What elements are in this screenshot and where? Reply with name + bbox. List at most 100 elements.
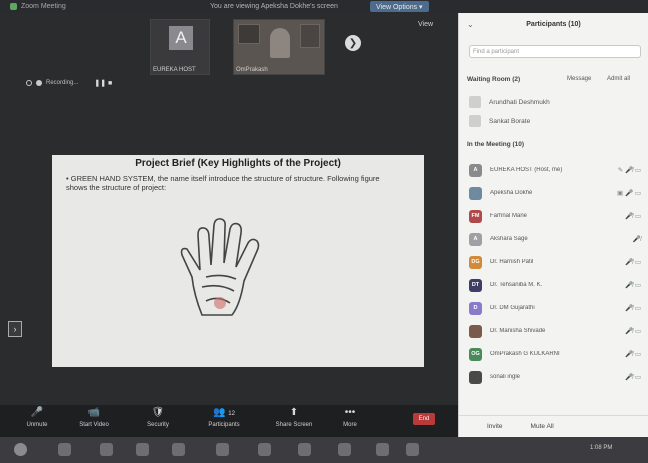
app-icon[interactable]: [172, 443, 185, 456]
participant-name: Dr. Manisha Shivade: [490, 328, 546, 334]
thumbnail-name: EUREKA HOST: [153, 67, 196, 73]
mute-all-button[interactable]: Mute All: [531, 423, 554, 430]
participant-list-item[interactable]: A EUREKA HOST (Host, me) ✎ 🎤̸ ▭: [469, 160, 641, 180]
participants-label: Participants: [208, 422, 240, 428]
os-taskbar: 1:08 PM: [0, 437, 648, 463]
unmute-button[interactable]: 🎤 Unmute: [22, 407, 52, 428]
admit-all-button[interactable]: Admit all: [607, 76, 630, 82]
share-screen-label: Share Screen: [275, 422, 313, 428]
message-button[interactable]: Message: [567, 76, 591, 82]
side-panel-toggle-icon[interactable]: ›: [8, 321, 22, 337]
video-stage: A EUREKA HOST OmPrakash ❯ View Recording…: [0, 13, 458, 405]
app-icon[interactable]: [406, 443, 419, 456]
waiting-name: Sankat Borate: [489, 117, 531, 125]
participant-list-item[interactable]: Dr. Manisha Shivade 🎤̸ ▭: [469, 321, 641, 341]
participant-search-input[interactable]: Find a participant: [469, 45, 641, 58]
security-button[interactable]: 🛡 Security: [142, 407, 174, 428]
app-icon[interactable]: [58, 443, 71, 456]
waiting-list-item[interactable]: Arundhati Deshmukh: [469, 95, 639, 109]
recording-indicator: Recording... ❚❚ ■: [26, 79, 112, 87]
participant-list-item[interactable]: FM Farhnal Mane 🎤̸ ▭: [469, 206, 641, 226]
avatar: [469, 96, 481, 108]
participant-list-item[interactable]: OG OmPrakash G KULKARNI 🎤̸ ▭: [469, 344, 641, 364]
share-screen-icon: ⬆: [289, 407, 299, 418]
participant-list-item[interactable]: Apeksha Dokhe ▣ 🎤 ▭: [469, 183, 641, 203]
background-frame: [300, 24, 320, 48]
microphone-icon: 🎤: [30, 407, 44, 418]
avatar: FM: [469, 209, 482, 223]
slide-body: • GREEN HAND SYSTEM, the name itself int…: [66, 174, 396, 192]
avatar: [469, 115, 481, 127]
participant-name: Dr. DM Gujarathi: [490, 305, 535, 311]
participant-list-item[interactable]: DG Dr. Harnish Patil 🎤̸ ▭: [469, 252, 641, 272]
participant-thumbnail[interactable]: OmPrakash: [233, 19, 325, 75]
avatar: A: [169, 26, 193, 50]
record-ring-icon: [26, 80, 32, 86]
security-label: Security: [147, 422, 169, 428]
avatar: DT: [469, 278, 482, 292]
participant-status-icons[interactable]: 🎤̸ ▭: [625, 258, 641, 266]
hand-diagram: [180, 218, 260, 316]
meeting-title: Zoom Meeting: [21, 3, 66, 10]
participant-status-icons[interactable]: 🎤̸ ▭: [625, 281, 641, 289]
share-status-text: You are viewing Apeksha Dokhe's screen: [210, 3, 338, 10]
participant-thumbnail[interactable]: A EUREKA HOST: [150, 19, 210, 75]
start-menu-icon[interactable]: [14, 443, 27, 456]
clock: 1:08 PM: [590, 445, 613, 451]
waiting-list-item[interactable]: Sankat Borate: [469, 114, 639, 128]
app-icon[interactable]: [338, 443, 351, 456]
avatar: DG: [469, 255, 482, 269]
participant-list-item[interactable]: D Dr. DM Gujarathi 🎤̸ ▭: [469, 298, 641, 318]
participant-status-icons[interactable]: 🎤̸: [633, 235, 641, 243]
shield-icon[interactable]: [10, 3, 17, 10]
participants-panel: ⌄ Participants (10) Find a participant W…: [458, 13, 648, 437]
participant-name: Apeksha Dokhe: [490, 190, 533, 196]
app-icon[interactable]: [216, 443, 229, 456]
participant-status-icons[interactable]: ✎ 🎤̸ ▭: [618, 166, 641, 174]
view-options-button[interactable]: View Options ▾: [370, 1, 429, 12]
participant-status-icons[interactable]: 🎤̸ ▭: [625, 327, 641, 335]
recording-controls[interactable]: ❚❚ ■: [94, 79, 112, 87]
in-meeting-header[interactable]: In the Meeting (10): [467, 141, 524, 148]
window-titlebar: Zoom Meeting You are viewing Apeksha Dok…: [0, 0, 648, 13]
app-icon[interactable]: [298, 443, 311, 456]
app-icon[interactable]: [100, 443, 113, 456]
view-button[interactable]: View: [418, 21, 433, 28]
palm-marker: [214, 297, 226, 309]
participant-status-icons[interactable]: 🎤̸ ▭: [625, 350, 641, 358]
start-video-label: Start Video: [79, 422, 109, 428]
share-screen-button[interactable]: ⬆ Share Screen: [272, 407, 316, 428]
app-icon[interactable]: [136, 443, 149, 456]
unmute-label: Unmute: [26, 422, 48, 428]
shared-screen-slide: Project Brief (Key Highlights of the Pro…: [52, 155, 424, 367]
recording-label: Recording...: [46, 80, 79, 86]
avatar: [469, 324, 482, 338]
participant-name: Akshara Sage: [490, 236, 528, 242]
background-frame: [238, 24, 260, 44]
app-icon[interactable]: [258, 443, 271, 456]
avatar: [469, 186, 482, 200]
participant-name: EUREKA HOST (Host, me): [490, 167, 563, 173]
participant-status-icons[interactable]: 🎤̸ ▭: [625, 373, 641, 381]
participant-list-item[interactable]: DT Dr. Tehsaniba M. K. 🎤̸ ▭: [469, 275, 641, 295]
participant-list-item[interactable]: A Akshara Sage 🎤̸: [469, 229, 641, 249]
avatar: A: [469, 232, 482, 246]
participant-status-icons[interactable]: 🎤̸ ▭: [625, 212, 641, 220]
panel-title: Participants (10): [526, 21, 581, 28]
shield-icon: 🛡: [151, 407, 165, 418]
more-button[interactable]: ••• More: [338, 407, 362, 428]
participant-status-icons[interactable]: 🎤̸ ▭: [625, 304, 641, 312]
slide-text: GREEN HAND SYSTEM, the name itself intro…: [66, 174, 380, 192]
participant-status-icons[interactable]: ▣ 🎤 ▭: [617, 189, 641, 197]
invite-button[interactable]: Invite: [487, 423, 503, 430]
start-video-button[interactable]: 📹 Start Video: [76, 407, 112, 428]
next-page-icon[interactable]: ❯: [345, 35, 361, 51]
avatar: A: [469, 163, 482, 177]
more-label: More: [343, 422, 357, 428]
app-icon[interactable]: [376, 443, 389, 456]
participants-button[interactable]: 👥 12 Participants: [203, 407, 245, 428]
participant-count: 12: [228, 411, 235, 417]
end-meeting-button[interactable]: End: [413, 413, 435, 425]
participant-list-item[interactable]: sonali ingle 🎤̸ ▭: [469, 367, 641, 387]
waiting-room-header[interactable]: Waiting Room (2): [467, 76, 520, 83]
